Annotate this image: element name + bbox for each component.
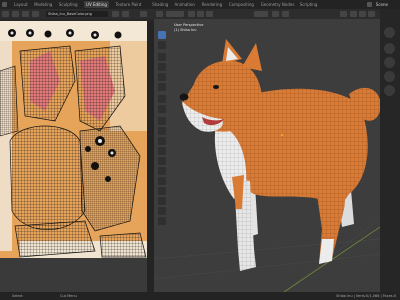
orientation-gizmo-icon[interactable] xyxy=(384,27,395,38)
scene-icon xyxy=(367,2,372,7)
uv-empty-area xyxy=(0,258,147,292)
uv-texture xyxy=(0,21,147,258)
workspace-tab-rendering[interactable]: Rendering xyxy=(200,1,224,8)
shiba-inu-mesh xyxy=(154,39,380,292)
uv-menu-button[interactable] xyxy=(32,11,39,17)
status-middle: Cut Menu xyxy=(60,294,77,298)
workspace-tab-shading[interactable]: Shading xyxy=(150,1,170,8)
perspective-toggle-icon[interactable] xyxy=(384,85,395,96)
image-browse-icon[interactable] xyxy=(112,11,119,17)
status-bar: Select Cut Menu Shiba Inu | Verts:0/1,06… xyxy=(0,292,400,300)
viewport-navigation-gizmo xyxy=(380,9,400,292)
camera-view-icon[interactable] xyxy=(384,71,395,82)
workspace-tab-geometry-nodes[interactable]: Geometry Nodes xyxy=(259,1,297,8)
view-menu-button[interactable] xyxy=(140,11,147,17)
workspace-tab-scripting[interactable]: Scripting xyxy=(298,1,320,8)
workspace-tab-uv-editing[interactable]: UV Editing xyxy=(84,1,109,8)
uv-canvas[interactable] xyxy=(0,21,147,258)
uv-sidebar-tabs[interactable] xyxy=(147,21,154,292)
status-left: Select xyxy=(12,294,23,298)
blender-logo-icon[interactable] xyxy=(2,2,7,7)
workspace-tab-layout[interactable]: Layout xyxy=(12,1,30,8)
uv-editor-header: Shiba_Inu_BaseColor.png xyxy=(0,9,154,19)
uv-select-mode-icon[interactable] xyxy=(12,11,19,17)
image-name-field[interactable]: Shiba_Inu_BaseColor.png xyxy=(46,11,108,17)
pan-hand-icon[interactable] xyxy=(384,57,395,68)
workspace-tab-compositing[interactable]: Compositing xyxy=(227,1,256,8)
editor-type-icon[interactable] xyxy=(2,11,9,17)
workspace-tab-modeling[interactable]: Modeling xyxy=(32,1,54,8)
workspace-tab-texture-paint[interactable]: Texture Paint xyxy=(114,1,144,8)
3d-viewport[interactable]: User Perspective (1) Shiba Inu xyxy=(154,9,380,292)
workspace-tab-animation[interactable]: Animation xyxy=(173,1,197,8)
status-stats: Shiba Inu | Verts:0/1,066 | Faces:0 xyxy=(336,294,396,298)
workspace-tab-sculpting[interactable]: Sculpting xyxy=(57,1,80,8)
scene-selector[interactable]: Scene xyxy=(376,1,388,8)
uv-sync-icon[interactable] xyxy=(22,11,29,17)
uv-editor[interactable]: Shiba_Inu_BaseColor.png xyxy=(0,9,154,292)
workspace-bar: Layout Modeling Sculpting UV Editing Texture… xyxy=(0,0,400,9)
close-image-icon[interactable] xyxy=(122,11,129,17)
zoom-icon[interactable] xyxy=(384,43,395,54)
